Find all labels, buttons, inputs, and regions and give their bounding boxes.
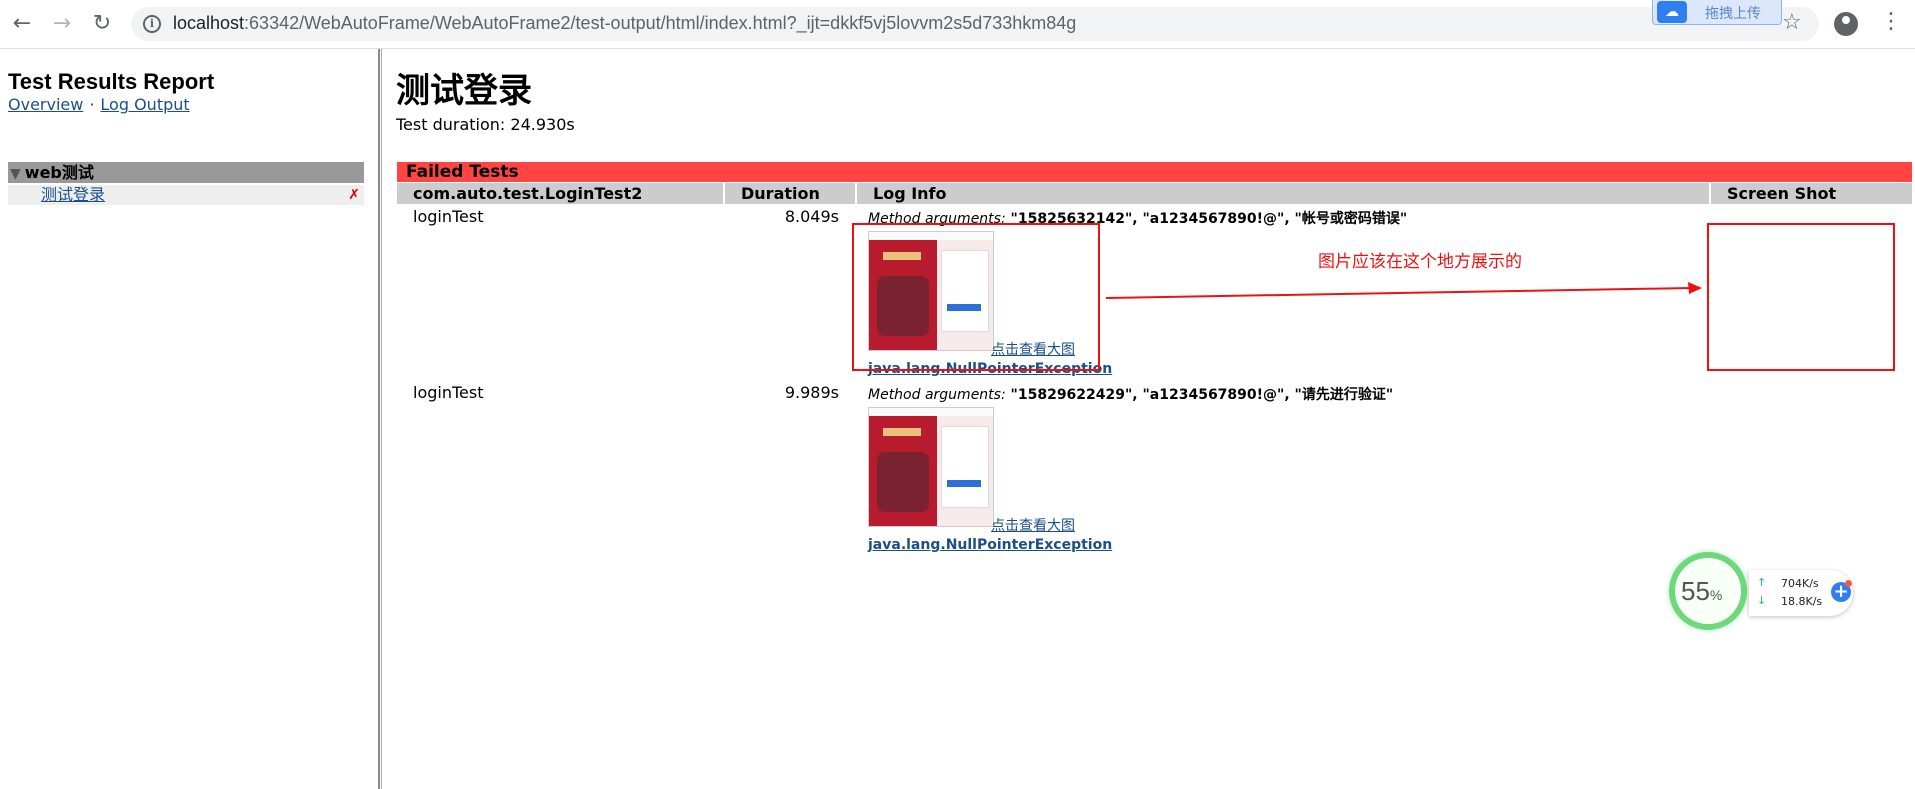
network-speed-widget[interactable]: 55% ↑ 704K/s ↓ 18.8K/s + (1669, 552, 1855, 638)
column-header-class: com.auto.test.LoginTest2 (397, 183, 723, 204)
memory-percent: 55% (1681, 576, 1723, 606)
main-content: 测试登录 Test duration: 24.930s Failed Tests… (384, 49, 1915, 789)
log-output-link[interactable]: Log Output (100, 95, 189, 114)
test-duration: Test duration: 24.930s (396, 115, 575, 134)
sidebar-links: Overview · Log Output (8, 95, 190, 114)
address-bar[interactable]: i localhost:63342/WebAutoFrame/WebAutoFr… (131, 7, 1819, 41)
sidebar-item-test[interactable]: 测试登录 ✗ (8, 185, 364, 205)
info-icon[interactable]: i (143, 15, 161, 33)
forward-arrow-icon[interactable]: → (48, 10, 76, 38)
test-duration-value: 9.989s (784, 383, 839, 402)
speed-panel: ↑ 704K/s ↓ 18.8K/s + (1749, 570, 1853, 616)
url-text[interactable]: localhost:63342/WebAutoFrame/WebAutoFram… (173, 13, 1076, 34)
pane-splitter[interactable] (378, 49, 382, 789)
exception-link[interactable]: java.lang.NullPointerException (868, 537, 1112, 553)
report-title: Test Results Report (8, 69, 215, 94)
annotation-text: 图片应该在这个地方展示的 (1318, 252, 1522, 272)
page-title: 测试登录 (396, 71, 532, 111)
download-arrow-icon: ↓ (1757, 594, 1767, 607)
test-duration-value: 8.049s (784, 207, 839, 226)
test-method-name: loginTest (413, 383, 484, 402)
overview-link[interactable]: Overview (8, 95, 83, 114)
column-header-screenshot: Screen Shot (1711, 183, 1912, 204)
annotation-box-thumbnail (852, 223, 1100, 371)
upload-badge[interactable]: ☁ 拖拽上传 (1652, 0, 1782, 25)
annotation-box-screenshot (1707, 223, 1895, 371)
failed-tests-header: Failed Tests (397, 162, 1912, 182)
annotation-arrow (1105, 282, 1702, 299)
collapse-triangle-icon[interactable]: ▼ (10, 166, 21, 182)
notification-dot-icon (1845, 580, 1852, 587)
test-link[interactable]: 测试登录 (41, 185, 105, 204)
account-icon[interactable] (1834, 12, 1858, 36)
upload-speed: 704K/s (1781, 577, 1819, 590)
sidebar: Test Results Report Overview · Log Output … (0, 49, 378, 789)
menu-kebab-icon[interactable]: ⋮ (1880, 8, 1902, 36)
upload-arrow-icon: ↑ (1757, 576, 1767, 589)
bookmark-star-icon[interactable]: ☆ (1782, 10, 1802, 35)
failed-x-icon: ✗ (348, 187, 360, 203)
browser-toolbar: ← → ↻ i localhost:63342/WebAutoFrame/Web… (0, 0, 1915, 49)
screenshot-thumbnail[interactable] (868, 407, 994, 527)
cloud-upload-icon: ☁ (1657, 1, 1687, 23)
reload-icon[interactable]: ↻ (88, 10, 116, 38)
test-method-name: loginTest (413, 207, 484, 226)
back-arrow-icon[interactable]: ← (8, 10, 36, 38)
column-header-log: Log Info (857, 183, 1709, 204)
method-arguments: Method arguments: "15829622429", "a12345… (868, 387, 1394, 403)
suite-header[interactable]: ▼ web测试 (8, 162, 364, 183)
download-speed: 18.8K/s (1781, 595, 1823, 608)
column-header-duration: Duration (725, 183, 855, 204)
view-large-image-link[interactable]: 点击查看大图 (991, 515, 1075, 535)
